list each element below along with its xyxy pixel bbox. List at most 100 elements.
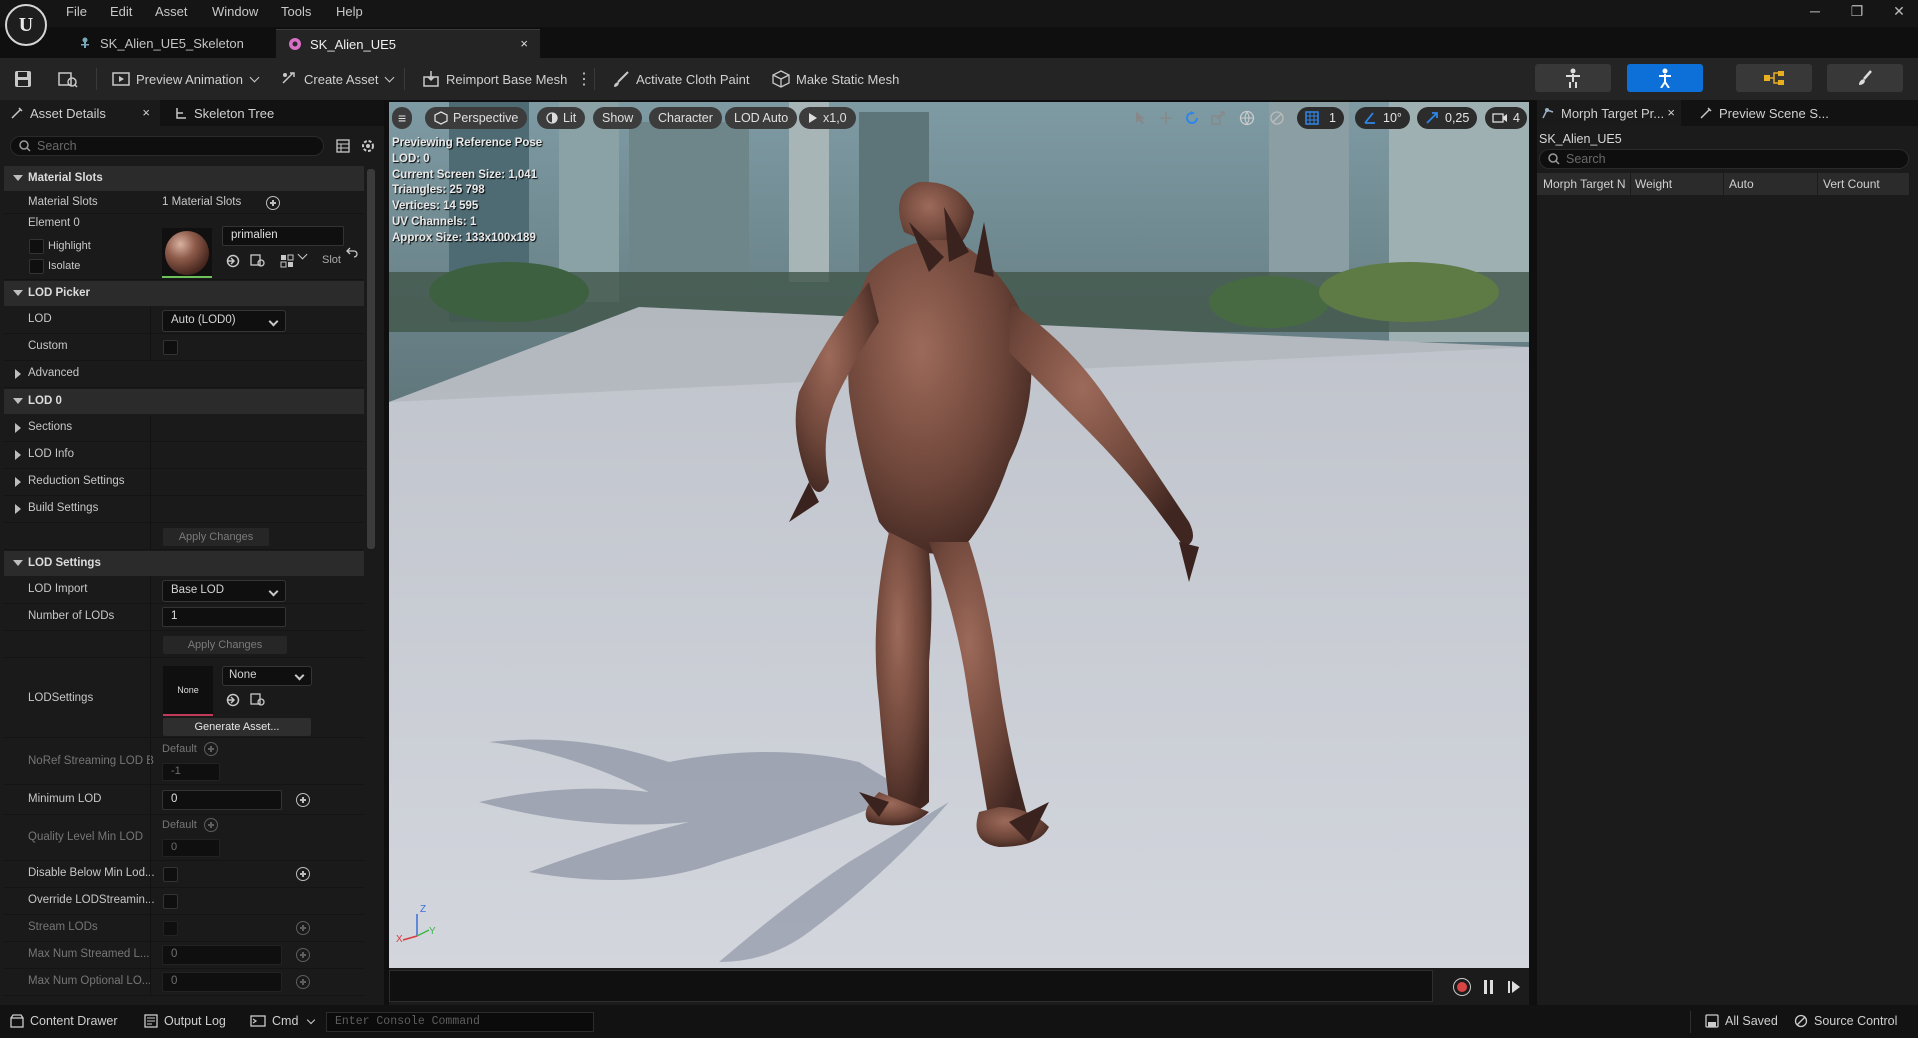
surface-snap-icon[interactable] bbox=[1269, 107, 1285, 129]
menu-window[interactable]: Window bbox=[212, 4, 258, 19]
skeleton-mode-button[interactable] bbox=[1535, 64, 1611, 92]
column-header[interactable]: Vert Count bbox=[1823, 177, 1880, 191]
category-lod-settings[interactable]: LOD Settings bbox=[4, 551, 364, 576]
timeline-track[interactable] bbox=[389, 970, 1433, 1002]
category-lod-picker[interactable]: LOD Picker bbox=[4, 281, 364, 306]
details-search-input[interactable]: Search bbox=[10, 136, 324, 156]
tab-skeleton-tree[interactable]: Skeleton Tree bbox=[170, 100, 274, 126]
tab-skeleton[interactable]: SK_Alien_UE5_Skeleton bbox=[66, 29, 286, 58]
add-material-slot-button[interactable] bbox=[266, 196, 280, 210]
menu-file[interactable]: File bbox=[66, 4, 87, 19]
add-override-button[interactable] bbox=[204, 742, 218, 756]
record-button[interactable] bbox=[1453, 978, 1471, 996]
browse-asset-icon[interactable] bbox=[58, 66, 78, 92]
add-override-button[interactable] bbox=[204, 818, 218, 832]
show-button[interactable]: Show bbox=[593, 107, 643, 129]
texture-picker-icon[interactable] bbox=[280, 254, 294, 268]
apply-changes-button[interactable]: Apply Changes bbox=[163, 528, 269, 546]
save-icon[interactable] bbox=[14, 66, 32, 92]
chevron-down-icon[interactable] bbox=[297, 249, 308, 260]
details-scrollbar[interactable] bbox=[367, 169, 375, 549]
add-platform-override-button[interactable] bbox=[296, 793, 310, 807]
menu-edit[interactable]: Edit bbox=[110, 4, 132, 19]
restore-icon[interactable]: ❐ bbox=[1842, 3, 1872, 23]
close-window-icon[interactable]: ✕ bbox=[1884, 3, 1914, 23]
column-header[interactable]: Weight bbox=[1635, 177, 1672, 191]
lod-dropdown[interactable]: Auto (LOD0) bbox=[162, 310, 286, 332]
character-button[interactable]: Character bbox=[649, 107, 722, 129]
browse-icon[interactable] bbox=[250, 693, 266, 707]
browse-icon[interactable] bbox=[250, 254, 266, 268]
animation-mode-button[interactable] bbox=[1736, 64, 1812, 92]
reset-arrow-icon[interactable] bbox=[346, 246, 358, 258]
number-of-lods-field[interactable]: 1 bbox=[162, 607, 286, 627]
custom-checkbox[interactable] bbox=[163, 340, 178, 355]
lodsettings-dropdown[interactable]: None bbox=[222, 666, 312, 686]
minimize-icon[interactable]: ─ bbox=[1800, 3, 1830, 23]
stream-lods-checkbox[interactable] bbox=[163, 921, 178, 936]
tab-skeletal-mesh[interactable]: SK_Alien_UE5 × bbox=[276, 29, 540, 58]
preview-animation-button[interactable]: Preview Animation bbox=[112, 66, 260, 92]
lod-auto-button[interactable]: LOD Auto bbox=[725, 107, 798, 129]
quality-level-field[interactable]: 0 bbox=[162, 839, 220, 857]
menu-tools[interactable]: Tools bbox=[281, 4, 311, 19]
category-lod0[interactable]: LOD 0 bbox=[4, 389, 364, 414]
material-name-field[interactable]: primalien bbox=[222, 226, 344, 246]
add-platform-override-button[interactable] bbox=[296, 948, 310, 962]
activate-cloth-paint-button[interactable]: Activate Cloth Paint bbox=[612, 66, 749, 92]
add-platform-override-button[interactable] bbox=[296, 975, 310, 989]
noref-field[interactable]: -1 bbox=[162, 763, 220, 781]
lod-import-dropdown[interactable]: Base LOD bbox=[162, 580, 286, 602]
table-view-icon[interactable] bbox=[336, 139, 350, 153]
menu-help[interactable]: Help bbox=[336, 4, 363, 19]
console-command-input[interactable]: Enter Console Command bbox=[326, 1012, 594, 1032]
max-streamed-field[interactable]: 0 bbox=[162, 945, 282, 965]
world-local-icon[interactable] bbox=[1239, 107, 1255, 129]
rotate-icon[interactable] bbox=[1185, 111, 1199, 125]
playback-speed-button[interactable]: x1,0 bbox=[799, 107, 856, 129]
use-selected-icon[interactable] bbox=[226, 693, 240, 707]
tab-asset-details[interactable]: Asset Details × bbox=[0, 100, 160, 126]
highlight-checkbox[interactable] bbox=[29, 239, 44, 254]
cmd-dropdown[interactable]: Cmd bbox=[250, 1014, 316, 1028]
morph-search-input[interactable]: Search bbox=[1539, 149, 1909, 169]
close-panel-icon[interactable]: × bbox=[1667, 105, 1675, 120]
translate-icon[interactable] bbox=[1159, 111, 1173, 125]
apply-changes-button-2[interactable]: Apply Changes bbox=[163, 636, 287, 654]
scale-snap-button[interactable]: 0,25 bbox=[1417, 107, 1478, 129]
lod-info-row[interactable]: LOD Info bbox=[4, 442, 364, 469]
camera-speed-button[interactable]: 4 bbox=[1485, 107, 1527, 129]
all-saved-button[interactable]: All Saved bbox=[1705, 1014, 1778, 1028]
reimport-button[interactable]: Reimport Base Mesh bbox=[422, 66, 567, 92]
column-header[interactable]: Auto bbox=[1729, 177, 1754, 191]
lodsettings-thumbnail[interactable]: None bbox=[163, 666, 213, 716]
build-settings-row[interactable]: Build Settings bbox=[4, 496, 364, 523]
close-panel-icon[interactable]: × bbox=[142, 105, 150, 120]
grid-snap-button[interactable]: 1 bbox=[1297, 107, 1344, 129]
reduction-settings-row[interactable]: Reduction Settings bbox=[4, 469, 364, 496]
output-log-button[interactable]: Output Log bbox=[144, 1014, 226, 1028]
column-header[interactable]: Morph Target N bbox=[1543, 177, 1629, 191]
generate-asset-button[interactable]: Generate Asset... bbox=[163, 718, 311, 736]
advanced-row[interactable]: Advanced bbox=[4, 361, 364, 388]
mesh-mode-button[interactable] bbox=[1627, 64, 1703, 92]
unreal-logo-icon[interactable]: U bbox=[5, 4, 47, 46]
add-platform-override-button[interactable] bbox=[296, 921, 310, 935]
source-control-button[interactable]: Source Control bbox=[1794, 1014, 1897, 1028]
physics-mode-button[interactable] bbox=[1827, 64, 1903, 92]
add-platform-override-button[interactable] bbox=[296, 867, 310, 881]
settings-gear-icon[interactable] bbox=[360, 138, 376, 154]
use-selected-icon[interactable] bbox=[226, 254, 240, 268]
angle-snap-button[interactable]: 10° bbox=[1355, 107, 1410, 129]
reimport-options-icon[interactable]: ⋮ bbox=[576, 66, 592, 92]
lit-button[interactable]: Lit bbox=[537, 107, 586, 129]
step-forward-button[interactable] bbox=[1507, 980, 1521, 994]
category-material-slots[interactable]: Material Slots bbox=[4, 166, 364, 191]
close-tab-icon[interactable]: × bbox=[520, 36, 528, 51]
override-streaming-checkbox[interactable] bbox=[163, 894, 178, 909]
perspective-button[interactable]: Perspective bbox=[425, 107, 528, 129]
minimum-lod-field[interactable]: 0 bbox=[162, 790, 282, 810]
pause-button[interactable] bbox=[1483, 980, 1495, 994]
isolate-checkbox[interactable] bbox=[29, 259, 44, 274]
scale-icon[interactable] bbox=[1211, 111, 1225, 125]
